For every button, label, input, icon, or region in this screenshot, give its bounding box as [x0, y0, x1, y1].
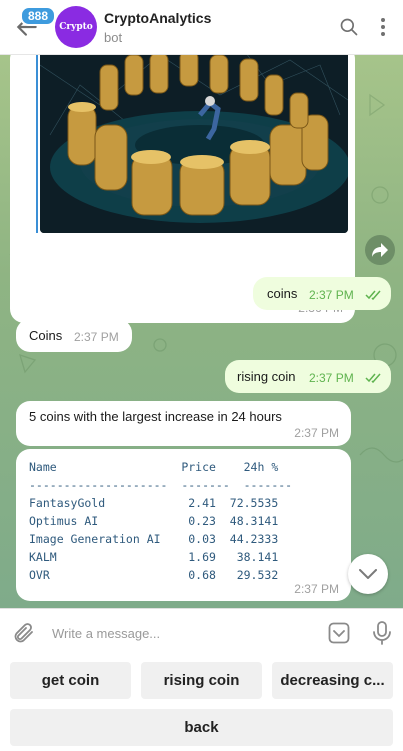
share-button[interactable] [365, 235, 395, 265]
reply-quote-bar [36, 55, 38, 233]
get-coin-button[interactable]: get coin [10, 662, 131, 699]
table-row: KALM 1.69 38.141 [29, 550, 279, 564]
message-text: 5 coins with the largest increase in 24 … [29, 409, 282, 424]
message-time: 2:37 PM [74, 330, 119, 344]
table-header: Name Price 24h % [29, 460, 279, 474]
microphone-icon[interactable] [372, 621, 392, 645]
bot-keyboard: get coin rising coin decreasing c... bac… [0, 656, 403, 751]
message-time: 2:37 PM [294, 582, 339, 596]
search-icon[interactable] [339, 17, 359, 37]
incoming-table-message[interactable]: Name Price 24h % -------------------- --… [16, 449, 351, 601]
scroll-down-button[interactable] [348, 554, 388, 594]
paperclip-icon[interactable] [12, 621, 36, 645]
double-check-icon [365, 290, 381, 300]
table-row: Image Generation AI 0.03 44.2333 [29, 532, 279, 546]
chat-header: 888 Crypto CryptoAnalytics bot [0, 0, 403, 55]
message-time: 2:37 PM [309, 288, 354, 302]
table-divider: -------------------- ------- ------- [29, 478, 293, 492]
table-row: FantasyGold 2.41 72.5535 [29, 496, 279, 510]
message-time: 2:37 PM [309, 371, 354, 385]
back-button[interactable]: back [10, 709, 393, 746]
table-row: OVR 0.68 29.532 [29, 568, 279, 582]
chevron-down-icon [359, 569, 377, 579]
chat-title[interactable]: CryptoAnalytics [104, 10, 211, 26]
outgoing-message[interactable]: rising coin 2:37 PM [225, 360, 391, 393]
message-input-bar [0, 608, 403, 656]
forward-icon [372, 243, 388, 257]
message-text: coins [267, 286, 298, 301]
table-row: Optimus AI 0.23 48.3141 [29, 514, 279, 528]
incoming-message[interactable]: Coins 2:37 PM [16, 319, 132, 352]
rising-coin-button[interactable]: rising coin [141, 662, 262, 699]
decreasing-coin-button[interactable]: decreasing c... [272, 662, 393, 699]
incoming-message[interactable]: 5 coins with the largest increase in 24 … [16, 401, 351, 446]
message-input[interactable] [52, 621, 312, 645]
message-text: rising coin [237, 369, 296, 384]
chat-subtitle: bot [104, 30, 123, 45]
keyboard-toggle-icon[interactable] [328, 622, 350, 644]
message-text: Coins [29, 328, 63, 343]
outgoing-message[interactable]: coins 2:37 PM [253, 277, 391, 310]
avatar[interactable]: Crypto [55, 6, 97, 48]
coins-image[interactable] [40, 55, 348, 233]
chat-area[interactable]: 2:36 PM coins 2:37 PM Coins 2:37 PM risi… [0, 55, 403, 608]
double-check-icon [365, 373, 381, 383]
unread-count-badge: 888 [20, 6, 57, 26]
more-vert-icon[interactable] [378, 17, 388, 37]
message-time: 2:37 PM [294, 426, 339, 440]
